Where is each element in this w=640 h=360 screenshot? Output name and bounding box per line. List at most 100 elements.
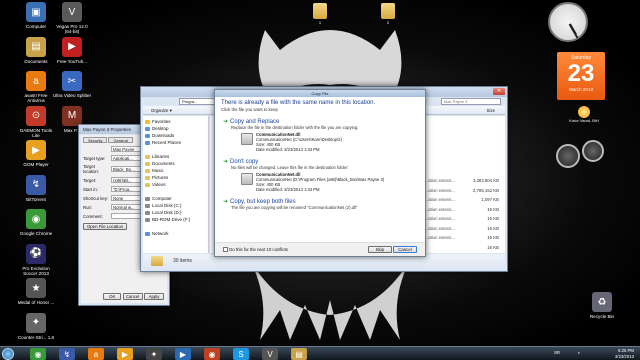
taskbar-gom-icon[interactable]: ▶ xyxy=(117,348,133,360)
desktop-icon[interactable]: ▶ GOM Player xyxy=(16,140,56,167)
nav-item[interactable]: Libraries xyxy=(145,153,206,160)
clock-date: 3/23/2013 xyxy=(614,353,634,359)
copy-file-dialog[interactable]: Copy File There is already a file with t… xyxy=(214,89,426,257)
taskbar-bittorrent-icon[interactable]: ↯ xyxy=(59,348,75,360)
tab-security[interactable]: Security xyxy=(83,137,108,143)
nav-item-icon xyxy=(145,196,150,201)
recycle-bin-label: Recycle Bin xyxy=(589,314,615,319)
app-icon: ▶ xyxy=(62,36,82,57)
apply-button[interactable]: Apply xyxy=(144,293,164,300)
open-file-location-button[interactable]: Open File Location xyxy=(83,223,127,230)
nav-item[interactable]: Local Disk (D:) xyxy=(145,209,206,216)
nav-item-label: Favorites xyxy=(152,119,171,124)
taskbar-media-icon[interactable]: ▶ xyxy=(175,348,191,360)
desktop-icon[interactable]: ★ Medal of Honor ... xyxy=(16,278,56,305)
file-type-cell: ...ation extens... xyxy=(424,187,455,193)
folder-1-label: 1 xyxy=(318,20,322,25)
nav-item-icon xyxy=(145,182,150,187)
nav-item[interactable]: Desktop xyxy=(145,125,206,132)
search-input[interactable]: Max Payne 3 xyxy=(441,98,501,105)
desktop-icon[interactable]: V Vegas Pro 12.0 (64-bit) xyxy=(52,2,92,34)
tab-general[interactable]: General xyxy=(108,137,133,143)
file-type-cell: ...ation extens... xyxy=(424,225,455,231)
nav-item-label: Computer xyxy=(152,196,172,201)
cpu-meter-gadget[interactable] xyxy=(552,140,610,170)
app-icon: ★ xyxy=(26,278,46,298)
nav-item[interactable]: Computer xyxy=(145,195,206,202)
calendar-gadget[interactable]: Saturday 23 March 2013 xyxy=(557,52,605,100)
folder-1-icon[interactable]: 1 xyxy=(313,3,327,25)
volume-icon[interactable]: ◖ xyxy=(577,350,580,355)
do-this-checkbox[interactable] xyxy=(223,247,228,253)
nav-item[interactable]: Music xyxy=(145,167,206,174)
nav-item[interactable]: Network xyxy=(145,230,206,237)
desktop-icon[interactable]: ✂ Ultra Video Splitter xyxy=(52,71,92,98)
weather-gadget[interactable]: Kotor Varoš, BiH xyxy=(560,106,608,134)
app-icon: ▶ xyxy=(26,140,46,160)
desktop-icon[interactable]: ◉ Google Chrome xyxy=(16,209,56,236)
system-clock[interactable]: 5:25 PM 3/23/2013 xyxy=(615,348,634,359)
taskbar-chrome-icon[interactable]: ◉ xyxy=(30,348,46,360)
nav-item[interactable]: Documents xyxy=(145,160,206,167)
desktop-icon-label: GOM Player xyxy=(23,162,49,167)
file-type-cell: ...ation extens... xyxy=(424,216,455,221)
taskbar-game-icon[interactable]: ✦ xyxy=(146,348,162,360)
desktop-icon[interactable]: ↯ BitTorrent xyxy=(16,174,56,202)
nav-item[interactable]: BD-ROM Drive (F:) xyxy=(145,216,206,223)
dialog-subheading: Click the file you want to keep xyxy=(221,107,278,112)
taskbar-chrome2-icon[interactable]: ◉ xyxy=(204,348,220,360)
nav-item[interactable]: Pictures xyxy=(145,174,206,181)
nav-item[interactable]: Downloads xyxy=(145,132,206,139)
nav-item[interactable]: Videos xyxy=(145,181,206,188)
property-label: Target: xyxy=(83,177,97,183)
app-icon: ▤ xyxy=(26,36,46,57)
close-button[interactable]: ✕ xyxy=(493,88,505,95)
app-icon: ⚽ xyxy=(26,243,46,264)
taskbar-avast-icon[interactable]: a xyxy=(88,348,104,360)
taskbar-explorer-icon[interactable]: ▤ xyxy=(291,348,307,360)
arrow-right-icon: ➜ xyxy=(223,119,229,125)
folder-2-icon[interactable]: 2 xyxy=(381,3,395,25)
dll-file-icon xyxy=(241,133,253,145)
taskbar-skype-icon[interactable]: S xyxy=(233,348,249,360)
nav-item-icon xyxy=(145,161,150,166)
file-size-cell: 3,383,904 KB xyxy=(472,178,499,183)
desktop-icon[interactable]: ⊙ DAEMON Tools Lite xyxy=(16,105,56,138)
nav-item-icon xyxy=(145,168,150,173)
nav-item-icon xyxy=(145,154,150,159)
start-button[interactable] xyxy=(2,348,14,360)
app-icon: ✦ xyxy=(26,312,46,333)
skip-button[interactable]: Skip xyxy=(367,246,392,253)
taskbar-vegas-icon[interactable]: V xyxy=(262,348,278,360)
ok-button[interactable]: OK xyxy=(103,293,122,300)
cancel-button[interactable]: Cancel xyxy=(122,293,143,300)
size-column-header[interactable]: Size xyxy=(487,108,495,113)
desktop-icon[interactable]: a avast! Free Antivirus xyxy=(16,71,56,103)
desktop-icon[interactable]: ▶ Free YouTub... xyxy=(52,36,92,64)
property-label: Target type: xyxy=(83,155,106,161)
nav-item[interactable]: Local Disk (C:) xyxy=(145,202,206,209)
recycle-bin[interactable]: ♻ Recycle Bin xyxy=(582,292,622,319)
nav-item xyxy=(145,188,206,195)
property-label: Comment: xyxy=(83,213,103,219)
desktop-icon[interactable]: ▣ Computer xyxy=(16,2,56,29)
file-date: Date modified: 3/23/2013 1:34 PM xyxy=(256,187,320,192)
cancel-button[interactable]: Cancel xyxy=(393,246,417,253)
dialog-title: Copy File xyxy=(215,90,425,97)
clock-gadget[interactable] xyxy=(548,2,588,42)
organize-menu[interactable]: Organize ▾ xyxy=(151,108,172,113)
desktop-icon[interactable]: ⚽ Pro Evolution Soccer 2013 xyxy=(16,243,56,276)
desktop-icon[interactable]: ▤ Documents xyxy=(16,36,56,64)
copy-and-replace-option[interactable]: ➜ Copy and Replace Replace the file in th… xyxy=(221,117,419,153)
nav-item[interactable]: Recent Places xyxy=(145,139,206,146)
desktop-icon-label: Google Chrome xyxy=(19,231,53,236)
keep-both-option[interactable]: ➜ Copy, but keep both files The file you … xyxy=(221,197,419,211)
option-title: Copy, but keep both files xyxy=(230,198,296,205)
nav-item-label: Network xyxy=(152,231,169,236)
nav-item[interactable]: Favorites xyxy=(145,118,206,125)
dont-copy-option[interactable]: ➜ Don't copy No files will be changed. Le… xyxy=(221,157,419,193)
desktop: ▣ Computer ▤ Documents a avast! Free Antiviru… xyxy=(0,0,640,346)
nav-item xyxy=(145,223,206,230)
desktop-icon[interactable]: ✦ Counter-Stri... 1.6 xyxy=(16,312,56,340)
language-indicator[interactable]: SR xyxy=(554,350,560,355)
